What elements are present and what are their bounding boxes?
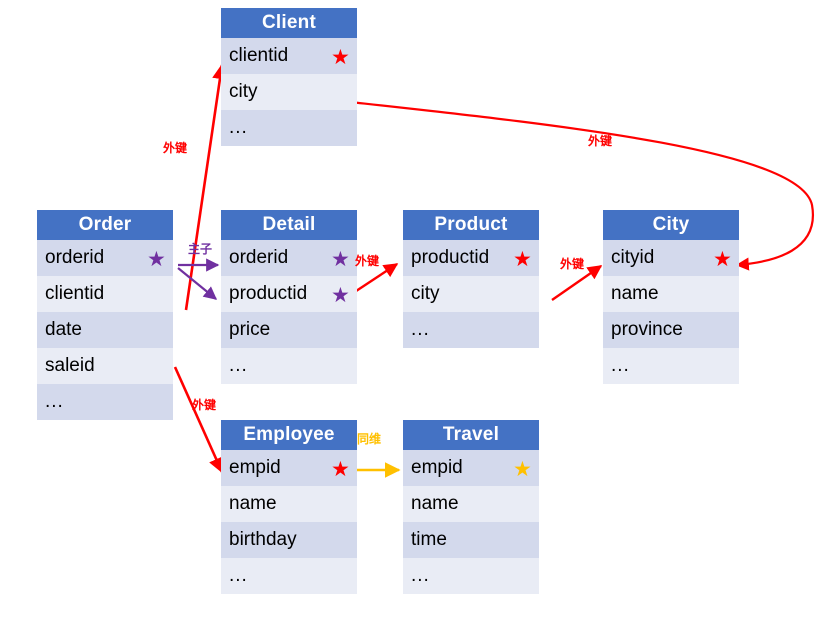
entity-table-title: Order [37,210,173,240]
entity-field-row: province [603,312,739,348]
connector-label-client-city-to-city: 外键 [588,134,613,148]
entity-field-row: clientid [37,276,173,312]
key-star-icon: ★ [331,284,350,307]
entity-field-row: name [403,486,539,522]
connector-label-order-clientid-to-client: 外键 [163,141,188,155]
entity-field-row: ... [221,348,357,384]
connector-label-product-city-to-city: 外键 [560,257,585,271]
entity-field-row: date [37,312,173,348]
entity-field-row: name [603,276,739,312]
connector-label-order-saleid-to-employee: 外键 [192,398,217,412]
connector-label-order-to-detail: 主子 [188,242,213,256]
key-star-icon: ★ [513,248,532,271]
entity-table-title: Client [221,8,357,38]
entity-table-client: Client clientid city... [221,8,357,146]
entity-field-row: ... [403,312,539,348]
connector-label-employee-to-travel: 同维 [357,432,382,446]
entity-table-title: Travel [403,420,539,450]
entity-field-row: time [403,522,539,558]
entity-table-city: City cityid name province... [603,210,739,384]
entity-field-row: ... [221,110,357,146]
entity-table-title: City [603,210,739,240]
key-star-icon: ★ [713,248,732,271]
entity-table-travel: Travel empid name time... [403,420,539,594]
key-star-icon: ★ [513,458,532,481]
entity-field-row: ... [221,558,357,594]
key-star-icon: ★ [331,248,350,271]
connector-order-clientid-to-client-clientid [184,63,228,311]
entity-field-row: name [221,486,357,522]
connector-label-detail-to-product: 外键 [355,254,380,268]
entity-field-row: price [221,312,357,348]
entity-field-row: saleid [37,348,173,384]
schema-diagram-canvas: Travel empid name time... Employee empid name b… [0,0,821,618]
entity-field-row: ... [37,384,173,420]
entity-field-row: city [221,74,357,110]
entity-table-order: Order orderid clientid date saleid... [37,210,173,420]
entity-table-employee: Employee empid name birthday... [221,420,357,594]
connector-order-saleid-to-employee-empid [173,366,224,474]
key-star-icon: ★ [331,458,350,481]
connector-order-orderid-to-detail-productid [177,267,218,300]
entity-table-title: Employee [221,420,357,450]
entity-table-title: Product [403,210,539,240]
key-star-icon: ★ [331,46,350,69]
entity-field-row: city [403,276,539,312]
entity-field-row: birthday [221,522,357,558]
entity-table-product: Product productid city... [403,210,539,348]
entity-field-row: ... [603,348,739,384]
entity-field-row: ... [403,558,539,594]
key-star-icon: ★ [147,248,166,271]
entity-table-title: Detail [221,210,357,240]
